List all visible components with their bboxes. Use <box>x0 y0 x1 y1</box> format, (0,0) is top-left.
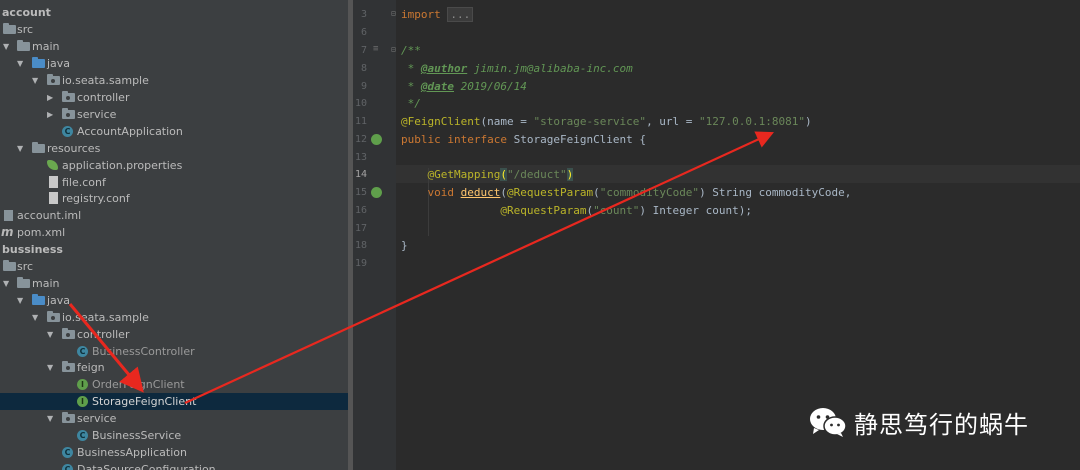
wechat-icon <box>810 408 847 437</box>
arrow-to-tree-item <box>68 303 144 393</box>
watermark-text: 静思笃行的蜗牛 <box>854 410 1029 439</box>
annotation-arrows <box>68 131 774 404</box>
watermark: 静思笃行的蜗牛 <box>808 402 1029 442</box>
arrow-to-feign-url <box>184 131 774 404</box>
